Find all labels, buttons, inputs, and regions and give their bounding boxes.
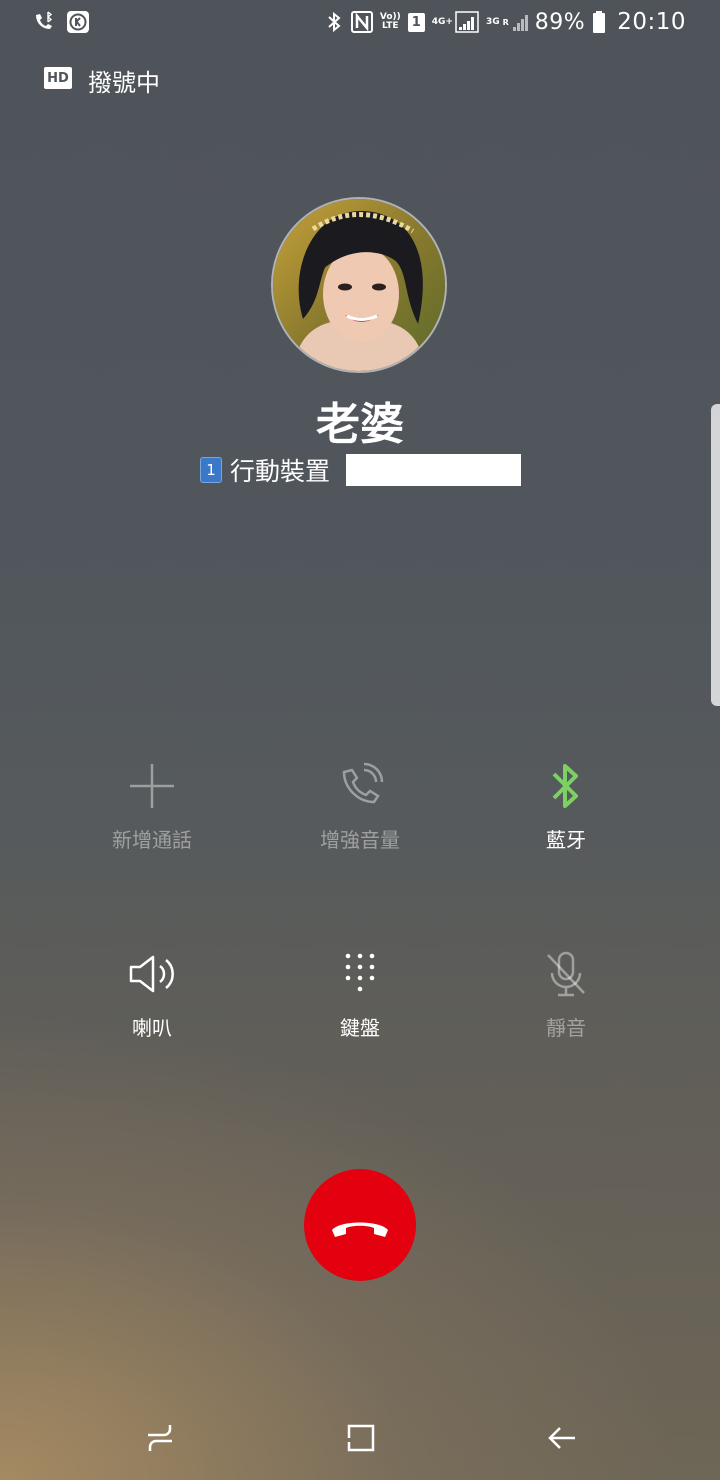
- contact-name: 老婆: [316, 399, 404, 450]
- phone-volume-icon: [330, 756, 390, 816]
- plus-icon: [122, 756, 182, 816]
- home-icon: [344, 1421, 378, 1455]
- edge-panel-handle[interactable]: [711, 404, 720, 706]
- bluetooth-label: 藍牙: [546, 828, 586, 852]
- recent-apps-button[interactable]: [130, 1408, 190, 1468]
- bluetooth-status-icon: [324, 10, 344, 34]
- speaker-button[interactable]: 喇叭: [62, 944, 242, 1041]
- home-button[interactable]: [331, 1408, 391, 1468]
- boost-volume-label: 增強音量: [320, 828, 400, 852]
- number-type-label: 行動裝置: [230, 457, 331, 486]
- number-info: 1 行動裝置: [200, 452, 522, 488]
- boost-volume-button[interactable]: 增強音量: [270, 756, 450, 853]
- sim-badge: 1: [200, 457, 222, 483]
- speaker-label: 喇叭: [132, 1016, 172, 1040]
- recent-apps-icon: [143, 1421, 177, 1455]
- signal-4g-icon: 4G+: [432, 11, 479, 33]
- sim-indicator: 1: [407, 12, 425, 32]
- volte-icon: Vo)) LTE: [379, 12, 401, 31]
- mute-button[interactable]: 靜音: [476, 944, 656, 1041]
- hd-voice-badge: HD: [44, 67, 72, 89]
- microphone-off-icon: [536, 944, 596, 1004]
- bluetooth-icon: [536, 756, 596, 816]
- keypad-label: 鍵盤: [340, 1016, 380, 1040]
- k-app-icon: [66, 10, 90, 34]
- end-call-button[interactable]: [304, 1169, 416, 1281]
- back-button[interactable]: [532, 1408, 592, 1468]
- status-bar-right: Vo)) LTE 1 4G+ 3G R 89% 20:10: [324, 8, 686, 36]
- speaker-icon: [122, 944, 182, 1004]
- keypad-button[interactable]: 鍵盤: [270, 944, 450, 1041]
- back-arrow-icon: [545, 1421, 579, 1455]
- contact-avatar: [271, 197, 447, 373]
- keypad-icon: [330, 944, 390, 1004]
- hang-up-icon: [328, 1210, 392, 1240]
- mute-label: 靜音: [546, 1016, 586, 1040]
- add-call-label: 新增通話: [112, 828, 192, 852]
- signal-3g-icon: 3G R: [486, 12, 528, 32]
- battery-icon: [592, 10, 606, 34]
- status-bar-left: [32, 10, 90, 34]
- battery-percent: 89%: [534, 9, 586, 35]
- call-state-text: 撥號中: [88, 69, 160, 97]
- redacted-number: [346, 454, 522, 486]
- add-call-button[interactable]: 新增通話: [62, 756, 242, 853]
- nfc-icon: [350, 10, 373, 34]
- bluetooth-button[interactable]: 藍牙: [476, 756, 656, 853]
- wifi-call-bluetooth-icon: [32, 10, 56, 34]
- clock: 20:10: [617, 9, 686, 35]
